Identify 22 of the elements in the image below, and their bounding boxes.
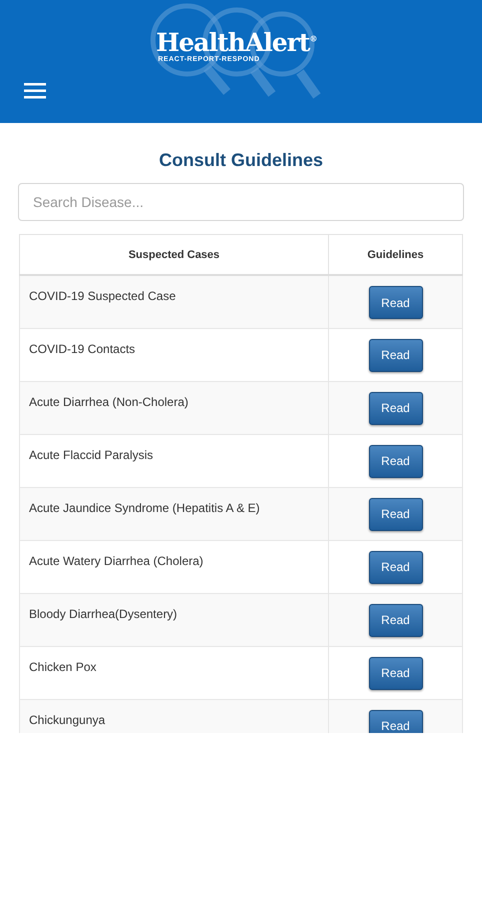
table-cell: Acute Flaccid Paralysis — [20, 434, 328, 487]
app-logo: HealthAlert$^{®}$ — [156, 30, 318, 55]
table-cell: Acute Jaundice Syndrome (Hepatitis A & E) — [20, 487, 328, 540]
read-button[interactable]: Read — [368, 444, 422, 478]
read-button[interactable]: Read — [368, 392, 422, 424]
table-cell: Bloody Diarrhea(Dysentery) — [20, 593, 328, 646]
read-button[interactable]: Read — [368, 550, 422, 584]
read-button[interactable]: Read — [368, 286, 422, 319]
read-button[interactable]: Read — [368, 498, 422, 530]
read-button[interactable]: Read — [368, 604, 422, 636]
read-button[interactable]: Read — [368, 338, 422, 372]
search-field[interactable]: Search Disease... — [18, 183, 464, 221]
table-cell: Chicken Pox — [20, 646, 328, 699]
table-cell: Acute Diarrhea (Non-Cholera) — [20, 381, 328, 434]
table-cell: COVID-19 Suspected Case — [20, 275, 328, 328]
read-button[interactable]: Read — [368, 656, 422, 690]
read-button[interactable]: Read — [368, 710, 422, 733]
table-cell: Acute Watery Diarrhea (Cholera) — [20, 540, 328, 593]
menu-icon[interactable] — [24, 83, 46, 99]
page-title: Consult Guidelines — [158, 149, 324, 171]
table-cell: COVID-19 Contacts — [20, 328, 328, 381]
table-cell: Chickungunya — [20, 699, 328, 733]
